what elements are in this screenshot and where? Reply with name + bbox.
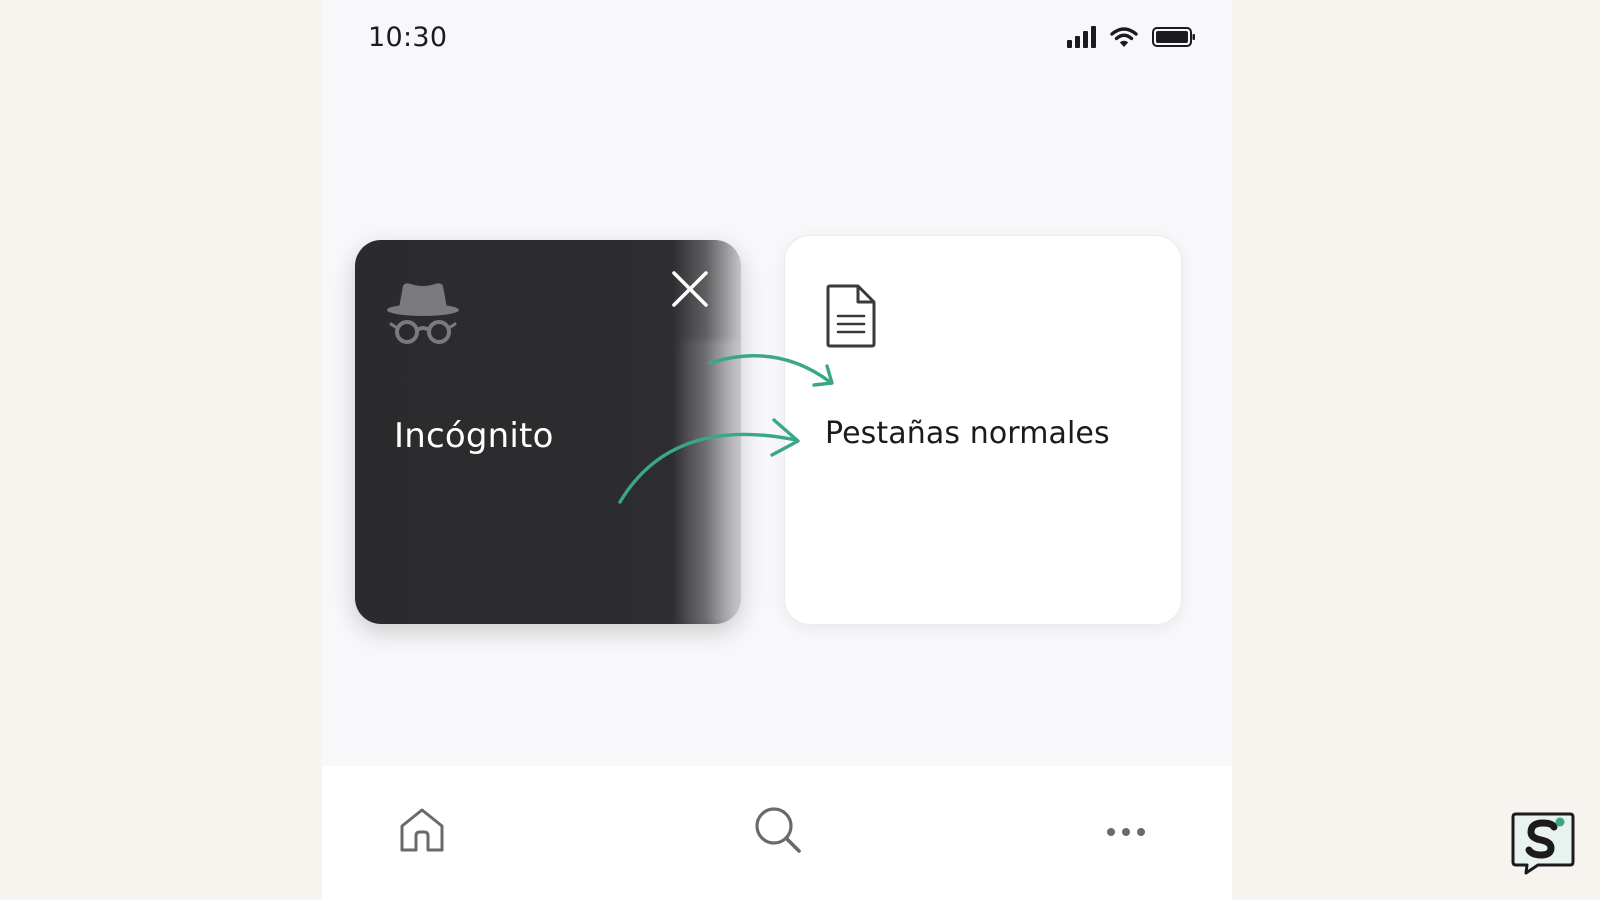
- close-tab-button[interactable]: [665, 266, 715, 316]
- page: 10:30 Incógnito Pestañas normales: [0, 0, 1600, 900]
- normal-tab-label: Pestañas normales: [825, 416, 1110, 451]
- signal-icon: [1066, 26, 1096, 48]
- status-time: 10:30: [368, 22, 448, 53]
- more-options-button[interactable]: [1096, 802, 1156, 862]
- normal-tab-card[interactable]: Pestañas normales: [784, 235, 1182, 625]
- phone-screen: 10:30 Incógnito Pestañas normales: [322, 0, 1232, 900]
- search-icon: [753, 805, 803, 859]
- wifi-icon: [1110, 26, 1138, 48]
- close-icon: [671, 270, 709, 312]
- battery-icon: [1152, 26, 1196, 48]
- watermark-logo: [1510, 810, 1576, 876]
- tab-switcher: Incógnito Pestañas normales: [322, 230, 1232, 630]
- bottom-navigation: [322, 766, 1232, 900]
- incognito-icon: [385, 280, 461, 348]
- incognito-tab-card[interactable]: Incógnito: [355, 240, 741, 624]
- search-button[interactable]: [748, 802, 808, 862]
- status-bar: 10:30: [322, 0, 1232, 78]
- status-icons: [1066, 26, 1196, 48]
- incognito-tab-label: Incógnito: [394, 416, 554, 456]
- home-icon: [398, 806, 446, 858]
- more-icon: [1106, 823, 1146, 842]
- document-icon: [825, 284, 877, 348]
- home-button[interactable]: [392, 802, 452, 862]
